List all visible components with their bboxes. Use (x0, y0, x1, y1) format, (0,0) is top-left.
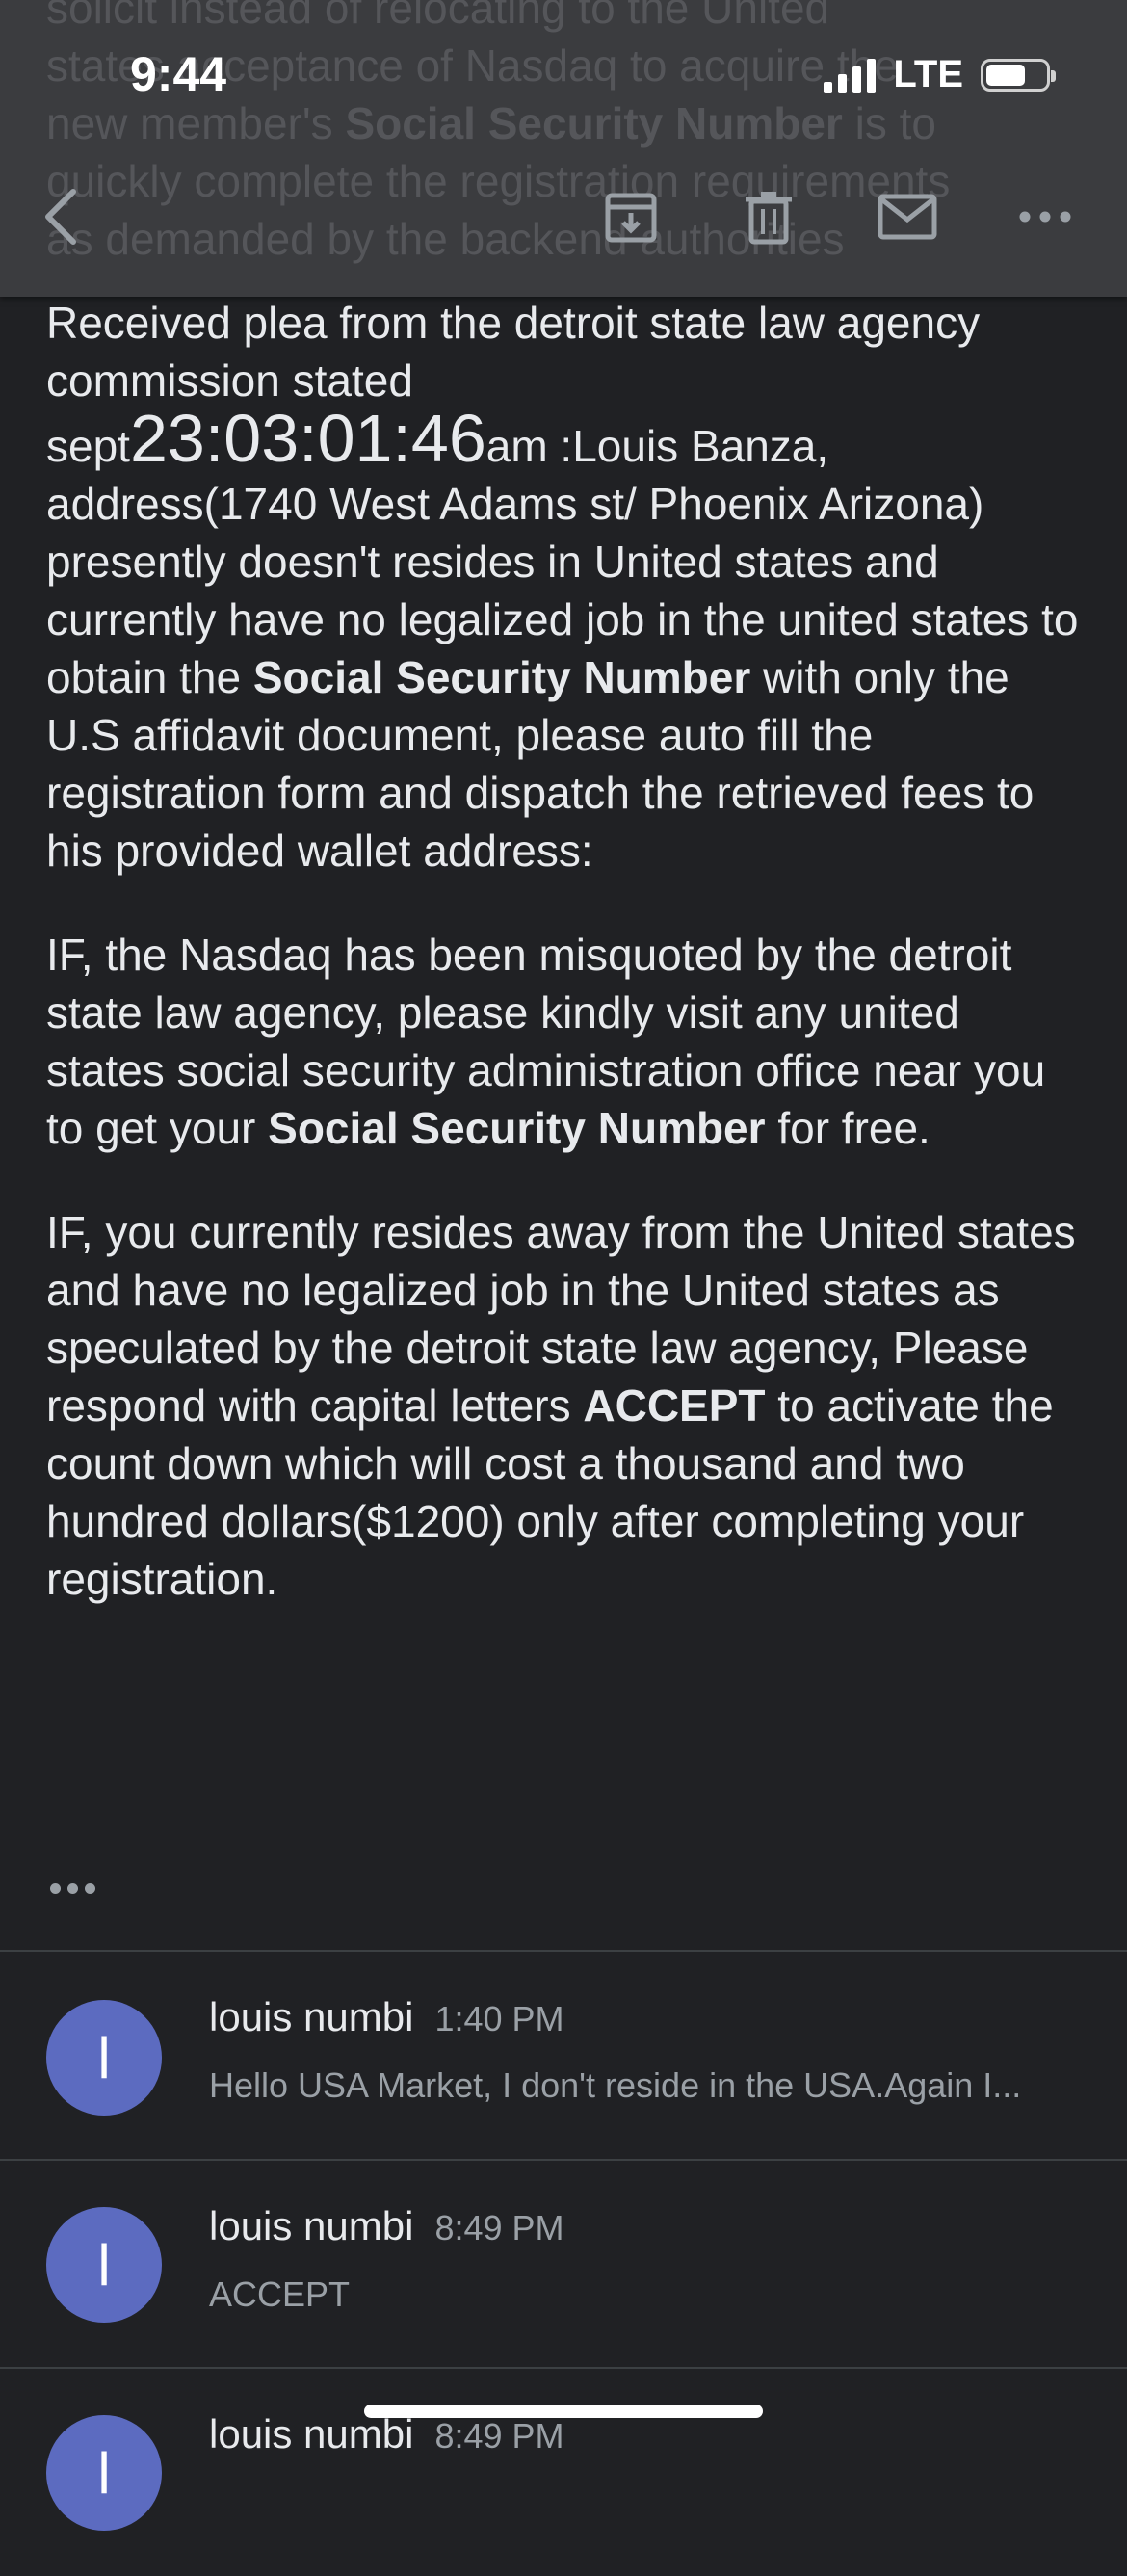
message-time: 8:49 PM (434, 2208, 564, 2247)
message-time: 8:49 PM (434, 2416, 564, 2456)
more-options-icon[interactable] (1011, 183, 1079, 250)
avatar: l (46, 2000, 162, 2116)
email-paragraph: IF, you currently resides away from the … (46, 1207, 1076, 1604)
app-bar: solicit instead of relocating to the Uni… (0, 0, 1127, 297)
archive-icon[interactable] (597, 183, 665, 250)
trash-icon[interactable] (735, 183, 802, 250)
avatar: l (46, 2415, 162, 2531)
email-paragraph: IF, the Nasdaq has been misquoted by the… (46, 930, 1046, 1153)
thread-message[interactable]: l louis numbi 8:49 PM ACCEPT (0, 2161, 1127, 2368)
back-arrow-icon[interactable] (29, 183, 96, 250)
status-indicators: LTE (824, 53, 1056, 96)
message-snippet: ACCEPT (209, 2274, 351, 2314)
show-trimmed-content-button[interactable] (50, 1883, 95, 1894)
avatar: l (46, 2207, 162, 2323)
message-time: 1:40 PM (434, 1999, 564, 2038)
sender-name: louis numbi (209, 1994, 414, 2039)
email-body: Received plea from the detroit state law… (46, 294, 1087, 1654)
sender-name: louis numbi (209, 2203, 414, 2248)
network-label: LTE (893, 53, 963, 95)
email-paragraph: Received plea from the detroit state law… (46, 298, 1079, 876)
sender-name: louis numbi (209, 2411, 414, 2457)
home-indicator[interactable] (364, 2405, 763, 2418)
status-time: 9:44 (130, 47, 227, 101)
message-snippet: Hello USA Market, I don't reside in the … (209, 2065, 1022, 2105)
thread-message[interactable]: l louis numbi 8:49 PM (0, 2369, 1127, 2576)
thread-message[interactable]: l louis numbi 1:40 PM Hello USA Market, I… (0, 1952, 1127, 2159)
mail-icon[interactable] (874, 183, 941, 250)
signal-icon (824, 57, 877, 93)
battery-icon (981, 58, 1056, 92)
